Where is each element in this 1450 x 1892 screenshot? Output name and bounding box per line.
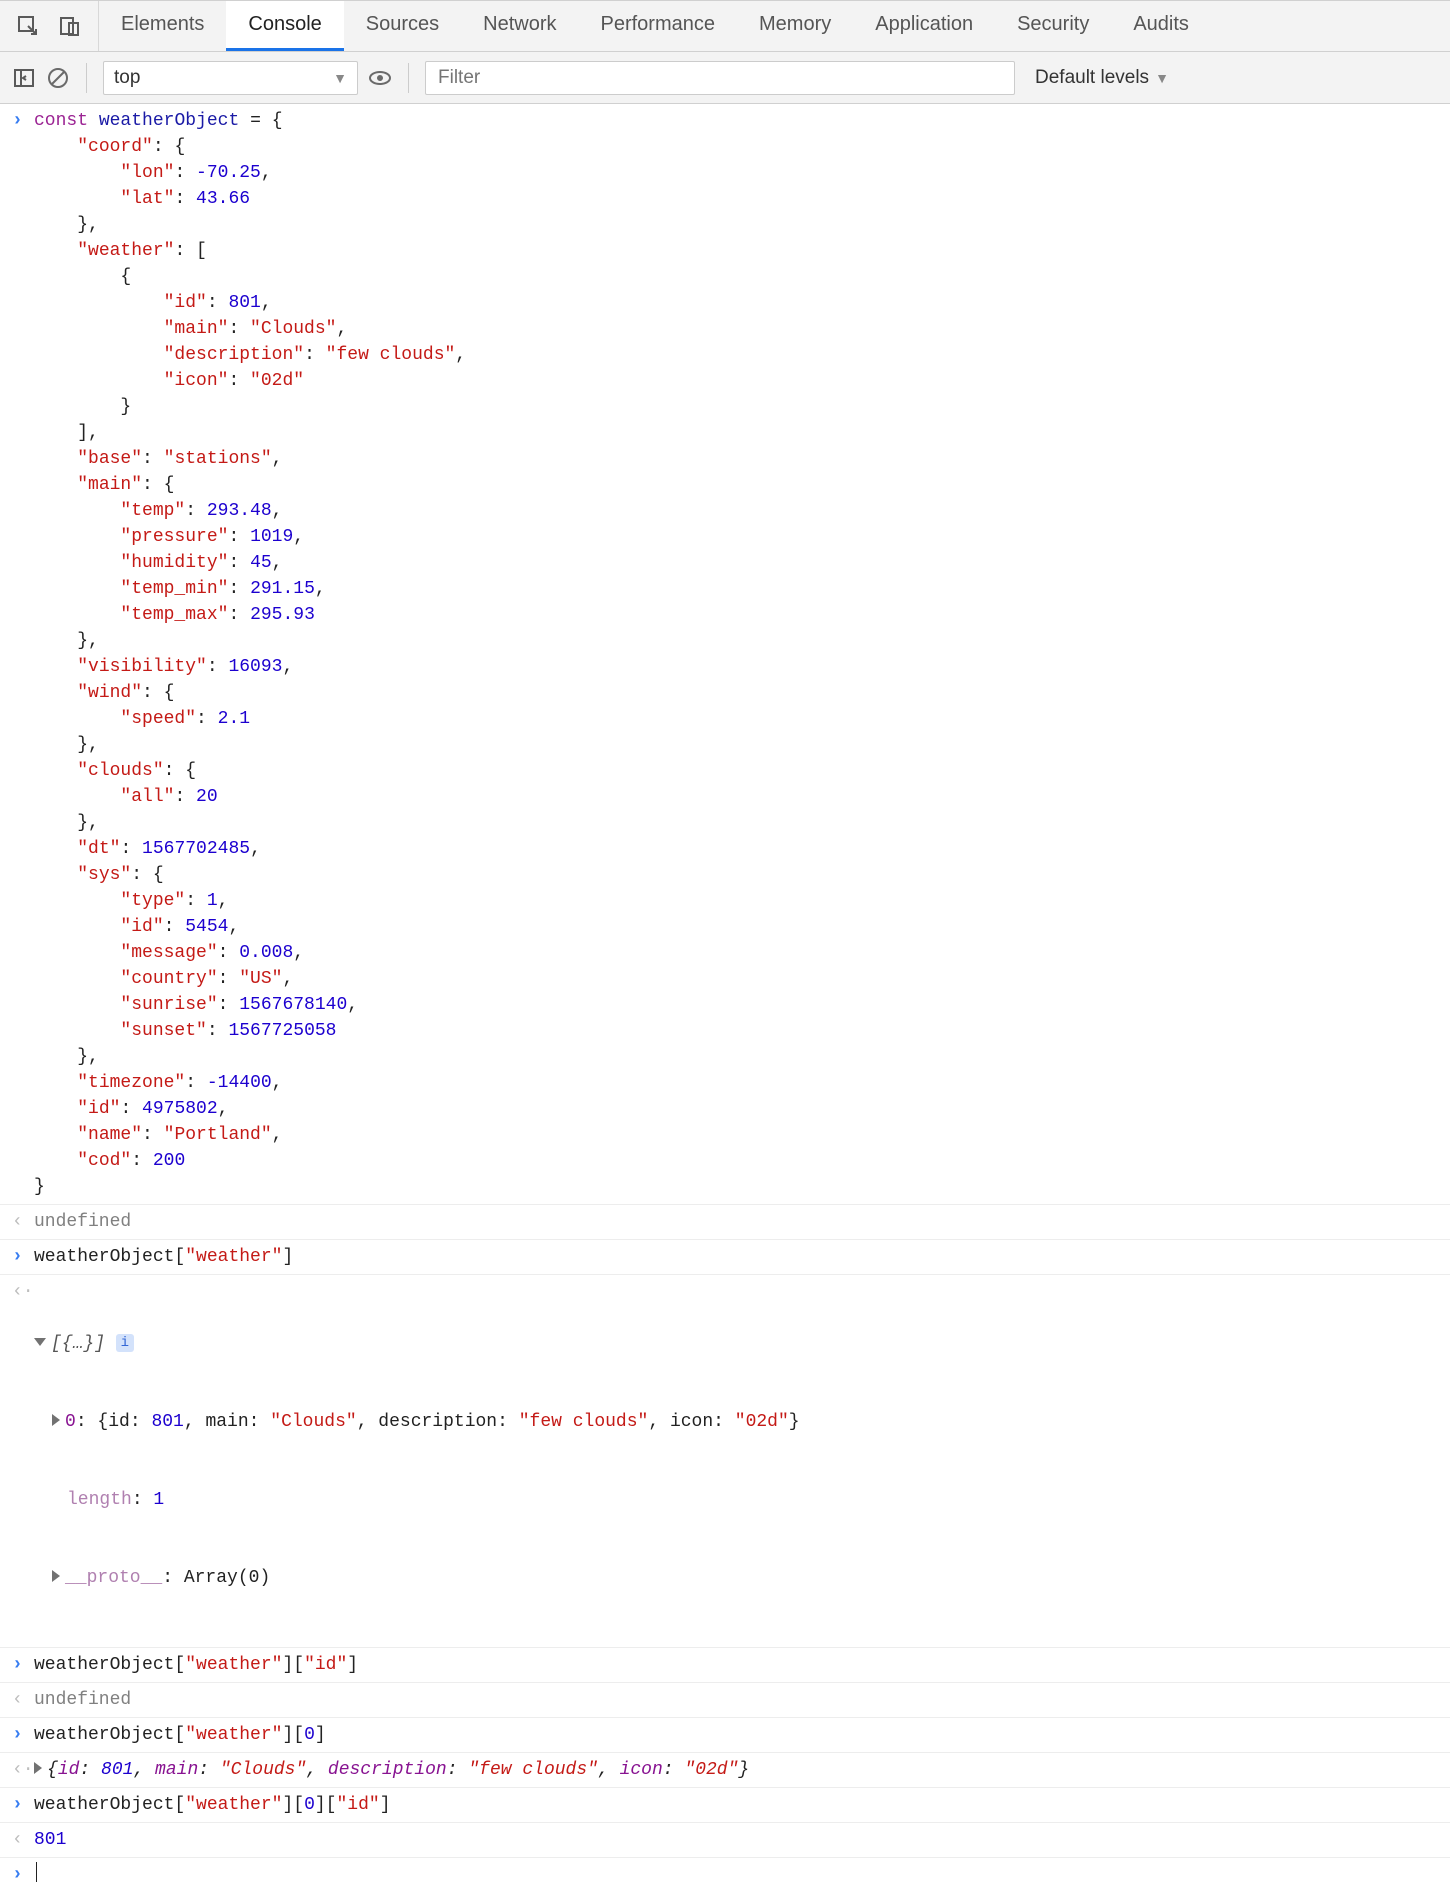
output-value: 801: [34, 1827, 1450, 1853]
chevron-down-icon: ▼: [1155, 70, 1169, 86]
expand-toggle-icon[interactable]: [52, 1414, 60, 1426]
prompt-icon: ›: [6, 1652, 34, 1678]
tab-performance[interactable]: Performance: [579, 1, 738, 51]
console-output-row[interactable]: ‹· [{…}] i 0: {id: 801, main: "Clouds", …: [0, 1275, 1450, 1648]
console-sidebar-toggle-icon[interactable]: [12, 66, 36, 90]
log-levels-dropdown[interactable]: Default levels ▼: [1025, 67, 1179, 89]
console-toolbar: top ▼ Default levels ▼: [0, 52, 1450, 104]
toolbar-left-icons: [0, 1, 99, 51]
tab-audits[interactable]: Audits: [1111, 1, 1211, 51]
text-cursor: [36, 1862, 37, 1882]
prompt-icon: ›: [6, 108, 34, 1200]
expand-toggle-icon[interactable]: [34, 1338, 46, 1346]
device-toolbar-icon[interactable]: [58, 14, 82, 38]
output-icon: ‹: [6, 1687, 34, 1713]
clear-console-icon[interactable]: [46, 66, 70, 90]
tab-memory[interactable]: Memory: [737, 1, 853, 51]
tab-security[interactable]: Security: [995, 1, 1111, 51]
output-value: undefined: [34, 1687, 1450, 1713]
console-output-row[interactable]: ‹· {id: 801, main: "Clouds", description…: [0, 1753, 1450, 1788]
code-input: weatherObject["weather"][0]: [34, 1722, 1450, 1748]
output-value: {id: 801, main: "Clouds", description: "…: [34, 1757, 1450, 1783]
separator: [408, 63, 409, 93]
code-input: weatherObject["weather"]: [34, 1244, 1450, 1270]
chevron-down-icon: ▼: [333, 70, 347, 86]
filter-input[interactable]: [425, 61, 1015, 95]
output-icon: ‹: [6, 1827, 34, 1853]
devtools-tabstrip: Elements Console Sources Network Perform…: [0, 0, 1450, 52]
console-prompt-row[interactable]: ›: [0, 1858, 1450, 1892]
tab-application[interactable]: Application: [853, 1, 995, 51]
tab-console[interactable]: Console: [226, 1, 343, 51]
code-input: const weatherObject = { "coord": { "lon"…: [34, 108, 1450, 1200]
output-icon: ‹: [6, 1209, 34, 1235]
prompt-icon: ›: [6, 1244, 34, 1270]
inspect-element-icon[interactable]: [16, 14, 40, 38]
output-icon: ‹·: [6, 1757, 34, 1783]
separator: [86, 63, 87, 93]
console-input-row[interactable]: › weatherObject["weather"][0]["id"]: [0, 1788, 1450, 1823]
prompt-icon: ›: [6, 1862, 34, 1888]
expand-toggle-icon[interactable]: [34, 1762, 42, 1774]
console-input-row[interactable]: › weatherObject["weather"]: [0, 1240, 1450, 1275]
code-input: weatherObject["weather"]["id"]: [34, 1652, 1450, 1678]
code-input: weatherObject["weather"][0]["id"]: [34, 1792, 1450, 1818]
expand-toggle-icon[interactable]: [52, 1570, 60, 1582]
context-selector[interactable]: top ▼: [103, 61, 358, 95]
tab-sources[interactable]: Sources: [344, 1, 461, 51]
console-input-row[interactable]: › weatherObject["weather"]["id"]: [0, 1648, 1450, 1683]
output-value: [{…}] i 0: {id: 801, main: "Clouds", des…: [34, 1279, 1450, 1643]
console-output: › const weatherObject = { "coord": { "lo…: [0, 104, 1450, 1892]
tabs: Elements Console Sources Network Perform…: [99, 1, 1211, 51]
output-value: undefined: [34, 1209, 1450, 1235]
prompt-icon: ›: [6, 1792, 34, 1818]
context-selector-value: top: [114, 67, 140, 89]
prompt-icon: ›: [6, 1722, 34, 1748]
console-input-row[interactable]: › const weatherObject = { "coord": { "lo…: [0, 104, 1450, 1205]
live-expression-icon[interactable]: [368, 66, 392, 90]
tab-network[interactable]: Network: [461, 1, 578, 51]
tab-elements[interactable]: Elements: [99, 1, 226, 51]
info-icon[interactable]: i: [116, 1334, 134, 1352]
log-levels-label: Default levels: [1035, 67, 1149, 89]
console-output-row: ‹ undefined: [0, 1205, 1450, 1240]
console-prompt-input[interactable]: [34, 1862, 1450, 1888]
console-output-row: ‹ undefined: [0, 1683, 1450, 1718]
console-input-row[interactable]: › weatherObject["weather"][0]: [0, 1718, 1450, 1753]
console-output-row: ‹ 801: [0, 1823, 1450, 1858]
output-icon: ‹·: [6, 1279, 34, 1643]
